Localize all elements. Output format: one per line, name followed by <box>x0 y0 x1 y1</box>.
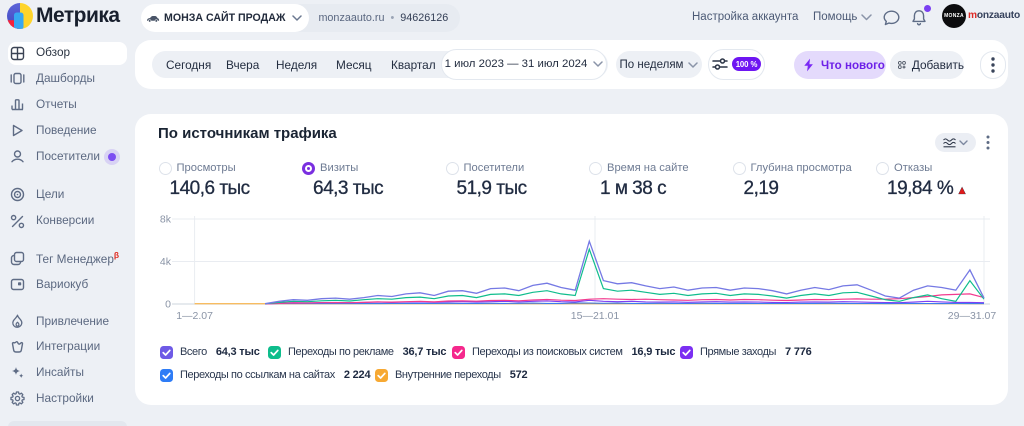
svg-text:4k: 4k <box>160 256 172 268</box>
svg-text:1—2.07: 1—2.07 <box>176 310 213 322</box>
svg-text:15—21.01: 15—21.01 <box>571 310 620 322</box>
svg-text:8k: 8k <box>160 214 172 226</box>
svg-text:0: 0 <box>165 299 171 311</box>
svg-text:29—31.07: 29—31.07 <box>948 310 997 322</box>
